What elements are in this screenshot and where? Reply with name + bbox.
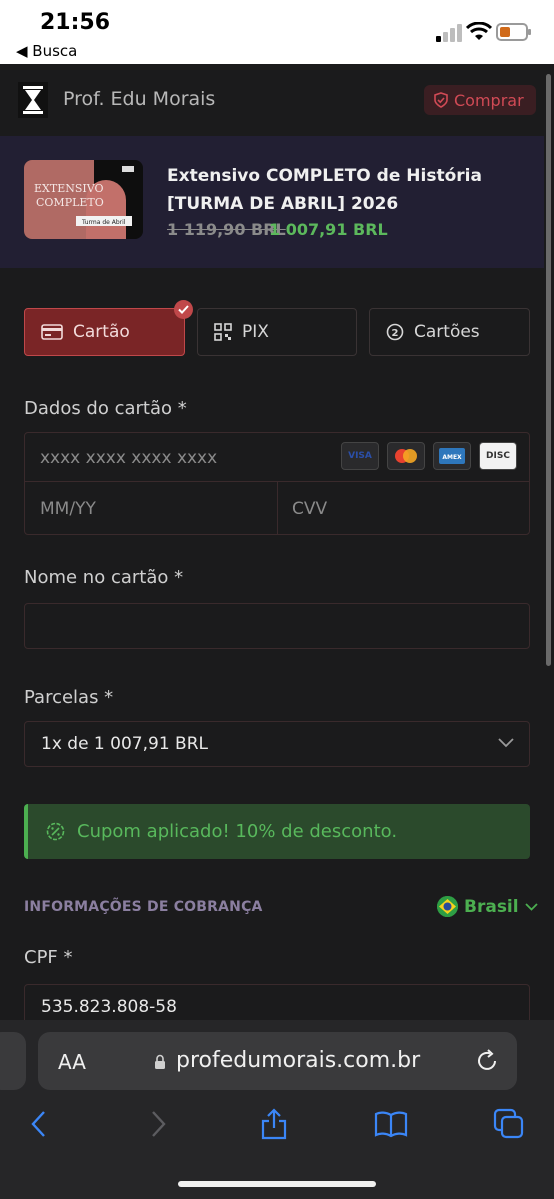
cellular-signal-icon — [436, 24, 462, 42]
billing-heading: INFORMAÇÕES DE COBRANÇA — [24, 899, 263, 915]
qr-code-icon — [214, 323, 232, 341]
buy-button[interactable]: Comprar — [424, 85, 536, 115]
original-price: 1 119,90 BRL — [167, 220, 286, 239]
browser-toolbar: AA profedumorais.com.br — [0, 1020, 554, 1199]
expiry-field[interactable]: MM/YY — [40, 499, 96, 519]
lock-icon — [155, 1054, 165, 1069]
scrollbar-thumb[interactable] — [546, 74, 551, 666]
svg-text:2: 2 — [392, 328, 399, 339]
country-name: Brasil — [464, 896, 519, 917]
site-header: Prof. Edu Morais Comprar — [0, 64, 544, 136]
discounted-price: 1 007,91 BRL — [269, 220, 388, 239]
back-arrow-icon[interactable] — [22, 1107, 56, 1141]
number-two-icon: 2 — [386, 323, 404, 341]
svg-text:AMEX: AMEX — [442, 454, 462, 461]
product-summary: EXTENSIVO COMPLETO Turma de Abril Extens… — [0, 136, 544, 268]
buy-button-label: Comprar — [454, 90, 524, 110]
card-number-placeholder: xxxx xxxx xxxx xxxx — [40, 448, 218, 468]
visa-icon: VISA — [341, 442, 379, 470]
product-title: Extensivo COMPLETO de História [TURMA DE… — [167, 166, 482, 214]
chevron-down-icon — [524, 902, 538, 911]
tab-pix-label: PIX — [242, 322, 269, 342]
card-brands: VISA AMEX DISC — [341, 442, 517, 470]
credit-card-icon — [41, 324, 63, 340]
thumb-tag: Turma de Abril — [81, 219, 126, 226]
amex-icon: AMEX — [433, 442, 471, 470]
wifi-icon — [466, 22, 492, 40]
coupon-applied-notice: Cupom aplicado! 10% de desconto. — [24, 804, 530, 859]
brazil-flag-icon — [437, 896, 458, 917]
card-name-label: Nome no cartão * — [24, 567, 184, 588]
url-text[interactable]: profedumorais.com.br — [176, 1048, 420, 1073]
field-divider — [277, 482, 278, 534]
tabs-icon[interactable] — [492, 1107, 526, 1141]
card-number-field[interactable]: xxxx xxxx xxxx xxxx VISA AMEX DISC — [25, 433, 529, 482]
thumb-title-line1: EXTENSIVO — [34, 182, 104, 195]
installments-select[interactable]: 1x de 1 007,91 BRL — [24, 721, 530, 767]
address-bar[interactable]: AA profedumorais.com.br — [38, 1032, 517, 1090]
brand-name: Prof. Edu Morais — [63, 88, 216, 110]
coupon-message: Cupom aplicado! 10% de desconto. — [77, 821, 398, 842]
tab-pix[interactable]: PIX — [197, 308, 357, 356]
tab-cartoes[interactable]: 2 Cartões — [369, 308, 530, 356]
tab-cartao-label: Cartão — [73, 322, 130, 342]
home-indicator — [178, 1181, 376, 1187]
hourglass-logo-icon — [18, 82, 48, 118]
chevron-down-icon — [498, 738, 514, 748]
reload-icon[interactable] — [474, 1048, 500, 1074]
tab-cartoes-label: Cartões — [414, 322, 480, 342]
status-bar: 21:56 ◀ Busca — [0, 0, 554, 64]
cpf-value: 535.823.808-58 — [41, 997, 177, 1017]
bookmarks-icon[interactable] — [374, 1107, 408, 1141]
forward-arrow-icon[interactable] — [141, 1107, 175, 1141]
selected-check-icon — [174, 300, 193, 319]
card-data-label: Dados do cartão * — [24, 398, 187, 419]
tab-cartao[interactable]: Cartão — [24, 300, 193, 356]
product-thumbnail: EXTENSIVO COMPLETO Turma de Abril — [24, 160, 143, 239]
discover-icon: DISC — [479, 442, 517, 470]
reader-options-button[interactable]: AA — [58, 1050, 86, 1074]
status-time: 21:56 — [40, 10, 111, 35]
share-icon[interactable] — [257, 1107, 291, 1141]
mastercard-icon — [387, 442, 425, 470]
battery-icon — [496, 23, 531, 41]
installments-value: 1x de 1 007,91 BRL — [41, 734, 208, 754]
installments-label: Parcelas * — [24, 687, 114, 708]
shield-check-icon — [434, 92, 448, 108]
thumb-title-line2: COMPLETO — [36, 196, 104, 209]
card-data-box: xxxx xxxx xxxx xxxx VISA AMEX DISC MM/YY… — [24, 432, 530, 535]
discount-badge-icon — [46, 822, 65, 841]
country-selector[interactable]: Brasil — [437, 896, 538, 917]
page-scrollbar[interactable] — [544, 64, 554, 1022]
back-to-search-link[interactable]: ◀ Busca — [16, 42, 77, 60]
cvv-field[interactable]: CVV — [292, 499, 327, 519]
card-name-input[interactable] — [24, 603, 530, 649]
cpf-label: CPF * — [24, 947, 73, 968]
previous-tab-peek[interactable] — [0, 1032, 26, 1090]
